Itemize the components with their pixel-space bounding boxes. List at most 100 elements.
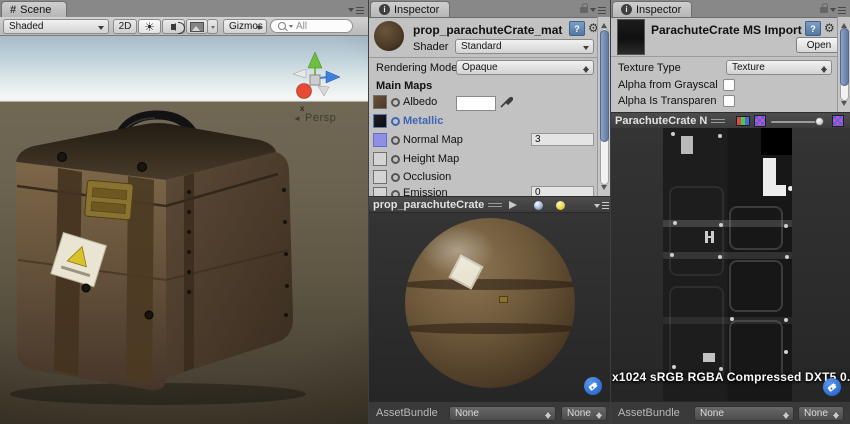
- preview-menu-icon[interactable]: [594, 202, 609, 211]
- preview-sphere-icon[interactable]: [534, 201, 543, 210]
- preview-drag-handle-icon[interactable]: [488, 203, 502, 208]
- alpha-checker-icon[interactable]: [754, 115, 766, 127]
- search-icon: [278, 22, 286, 30]
- scene-lighting-button[interactable]: ☀: [138, 19, 161, 34]
- scroll-down-icon[interactable]: [841, 101, 847, 109]
- shader-dropdown[interactable]: Standard: [455, 39, 594, 54]
- perspective-mode-label[interactable]: ◄ Persp: [293, 112, 336, 124]
- scene-tab-label: Scene: [20, 4, 51, 16]
- scroll-up-icon[interactable]: [841, 20, 847, 28]
- preview-drag-handle-icon[interactable]: [711, 119, 725, 124]
- occlusion-label: Occlusion: [403, 171, 451, 183]
- scene-viewport[interactable]: x ◄ Persp: [0, 36, 368, 424]
- shader-label: Shader: [413, 41, 448, 53]
- shading-mode-dropdown[interactable]: Shaded: [3, 19, 109, 34]
- height-map-thumbnail[interactable]: [373, 152, 387, 166]
- assetbundle-tag-icon[interactable]: [584, 377, 602, 395]
- normal-map-scale-field[interactable]: 3: [531, 133, 594, 146]
- inspector-texture-panel: i Inspector ParachuteCrate MS Import ? ⚙…: [610, 0, 850, 424]
- texture-assetbundle-footer: AssetBundle None None: [611, 401, 850, 424]
- inspector2-scrollbar-thumb[interactable]: [840, 28, 849, 86]
- alpha-from-grayscale-checkbox[interactable]: [723, 79, 735, 91]
- search-filter-chevron-icon: [289, 25, 293, 30]
- material-preview-sphere: [405, 218, 575, 388]
- preview-light-icon[interactable]: [556, 201, 565, 210]
- metallic-object-picker-icon[interactable]: [391, 117, 400, 126]
- assetbundle-tag-icon[interactable]: [823, 378, 841, 396]
- info-icon: i: [379, 4, 390, 15]
- help-icon[interactable]: ?: [805, 21, 821, 36]
- height-map-label: Height Map: [403, 153, 459, 165]
- open-button[interactable]: Open: [796, 37, 842, 53]
- scene-tabstrip: # Scene: [0, 0, 368, 18]
- search-value: All: [296, 21, 307, 32]
- rgb-channels-icon[interactable]: [736, 116, 750, 126]
- texture-preview-thumbnail: [617, 19, 645, 55]
- assetbundle-variant-dropdown[interactable]: None: [798, 406, 844, 421]
- lock-icon[interactable]: [580, 7, 588, 13]
- albedo-map-thumbnail[interactable]: [373, 95, 387, 109]
- material-preview-thumbnail: [374, 21, 404, 51]
- mip-slider-knob[interactable]: [815, 117, 824, 126]
- rendering-mode-dropdown[interactable]: Opaque: [456, 60, 594, 75]
- scene-panel-menu-icon[interactable]: [348, 5, 364, 15]
- normal-map-object-picker-icon[interactable]: [391, 136, 400, 145]
- parachute-crate-model[interactable]: [8, 110, 308, 405]
- info-icon: i: [621, 4, 632, 15]
- inspector1-scrollbar-thumb[interactable]: [600, 30, 609, 142]
- material-preview-area[interactable]: [369, 213, 610, 401]
- tab-scene[interactable]: # Scene: [1, 1, 67, 17]
- 2d-toggle-button[interactable]: 2D: [113, 19, 137, 34]
- assetbundle-label: AssetBundle: [376, 407, 438, 419]
- scroll-up-icon[interactable]: [601, 20, 607, 28]
- texture-info-line: x1024 sRGB RGBA Compressed DXT5 0.7: [612, 370, 850, 384]
- mip-level-slider[interactable]: [771, 121, 823, 123]
- albedo-object-picker-icon[interactable]: [391, 98, 400, 107]
- inspector2-scrollbar[interactable]: [837, 17, 850, 112]
- unity-editor-window: # Scene Shaded 2D ☀: [0, 0, 850, 424]
- gear-icon[interactable]: ⚙: [824, 22, 835, 34]
- main-maps-header: Main Maps: [376, 80, 432, 92]
- material-assetbundle-footer: AssetBundle None None: [369, 401, 610, 424]
- occlusion-map-thumbnail[interactable]: [373, 170, 387, 184]
- eyedropper-icon[interactable]: [499, 94, 513, 109]
- inspector-material-panel: i Inspector prop_parachuteCrate_mat ? ⚙ …: [368, 0, 610, 424]
- lock-icon[interactable]: [820, 7, 828, 13]
- assetbundle-label: AssetBundle: [618, 407, 680, 419]
- scroll-down-icon[interactable]: [601, 185, 607, 193]
- preview-play-icon[interactable]: [509, 201, 521, 209]
- scene-orientation-gizmo[interactable]: [290, 50, 342, 108]
- mipmap-checker-icon[interactable]: [832, 115, 844, 127]
- inspector2-panel-menu-icon[interactable]: [830, 5, 846, 15]
- material-title: prop_parachuteCrate_mat: [413, 23, 562, 37]
- normal-map-thumbnail[interactable]: [373, 133, 387, 147]
- alpha-is-transparent-checkbox[interactable]: [723, 95, 735, 107]
- scene-audio-button[interactable]: [162, 19, 185, 34]
- gizmos-dropdown[interactable]: Gizmos: [223, 19, 267, 34]
- scene-effects-button[interactable]: [186, 19, 208, 34]
- help-icon[interactable]: ?: [569, 21, 585, 36]
- normal-map-label: Normal Map: [403, 134, 463, 146]
- height-map-object-picker-icon[interactable]: [391, 155, 400, 164]
- alpha-from-grayscale-label: Alpha from Grayscal: [618, 79, 718, 91]
- inspector1-panel-menu-icon[interactable]: [590, 5, 606, 15]
- tab-inspector-material[interactable]: i Inspector: [370, 1, 450, 17]
- scene-search-input[interactable]: All: [270, 19, 353, 33]
- albedo-color-swatch[interactable]: [456, 96, 496, 111]
- header-separator: [369, 57, 597, 58]
- material-preview-bar: prop_parachuteCrate: [369, 196, 610, 213]
- texture-preview-title: ParachuteCrate N: [615, 115, 707, 127]
- scene-effects-dropdown[interactable]: [207, 19, 218, 34]
- inspector1-scrollbar[interactable]: [597, 17, 611, 196]
- occlusion-object-picker-icon[interactable]: [391, 173, 400, 182]
- rendering-mode-label: Rendering Mode: [376, 62, 457, 74]
- assetbundle-dropdown[interactable]: None: [449, 406, 556, 421]
- texture-preview-area[interactable]: x1024 sRGB RGBA Compressed DXT5 0.7: [611, 128, 850, 401]
- header-separator: [611, 56, 837, 57]
- assetbundle-dropdown[interactable]: None: [694, 406, 794, 421]
- texture-type-dropdown[interactable]: Texture: [726, 60, 832, 75]
- scene-grid-icon: #: [10, 4, 16, 16]
- tab-inspector-texture[interactable]: i Inspector: [612, 1, 692, 17]
- metallic-map-thumbnail[interactable]: [373, 114, 387, 128]
- assetbundle-variant-dropdown[interactable]: None: [561, 406, 607, 421]
